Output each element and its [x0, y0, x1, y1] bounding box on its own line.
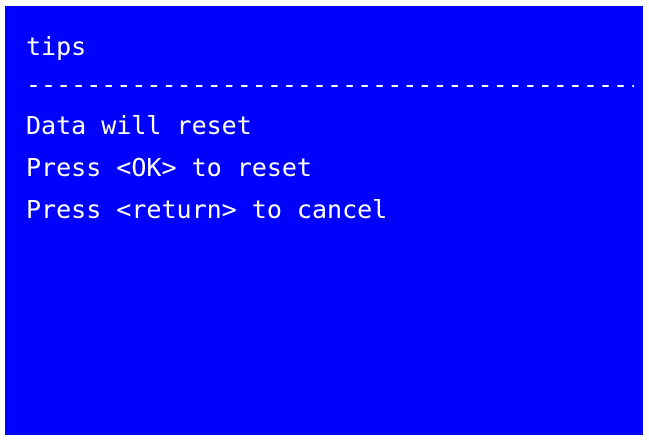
tips-dialog: tips -----------------------------------… [5, 6, 643, 435]
message-press-ok: Press <OK> to reset [26, 153, 312, 182]
message-data-reset: Data will reset [26, 111, 252, 140]
dialog-divider: ----------------------------------------… [26, 70, 634, 99]
message-press-return: Press <return> to cancel [26, 195, 388, 224]
dialog-title: tips [26, 32, 87, 61]
